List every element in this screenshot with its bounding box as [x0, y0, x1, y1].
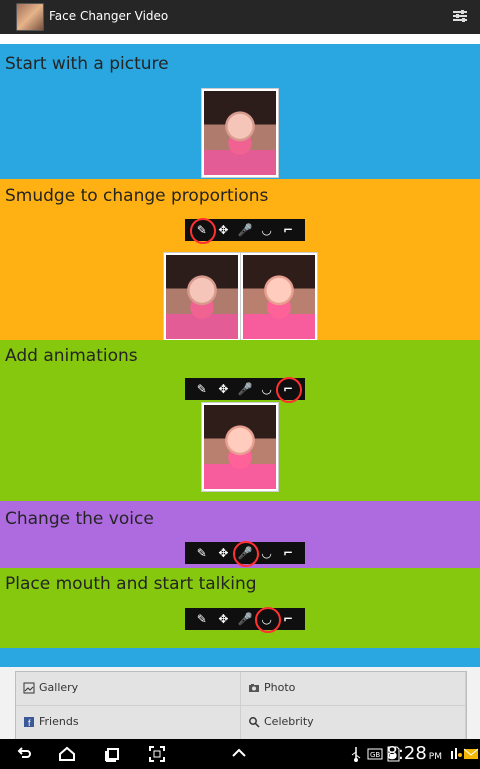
- usb-icon: [351, 747, 361, 762]
- glasses-icon[interactable]: ⌐: [280, 545, 296, 561]
- source-picker-grid: Gallery Photo f Friends Celebrity: [15, 671, 467, 741]
- section-start-picture: Start with a picture: [0, 44, 480, 179]
- android-navigation-status-bar: GB 8:28 PM: [0, 739, 480, 769]
- animation-preview-thumbnail[interactable]: [202, 403, 278, 491]
- section-title: Smudge to change proportions: [5, 186, 269, 206]
- tool-strip-animations: ✎ ✥ 🎤 ◡ ⌐: [185, 377, 305, 403]
- mouth-icon[interactable]: ◡: [259, 381, 275, 397]
- notification-icon: GB: [367, 748, 383, 760]
- smudge-icon[interactable]: ✎: [194, 611, 210, 627]
- tool-strip-smudge: ✎ ✥ 🎤 ◡ ⌐: [185, 218, 305, 244]
- back-icon[interactable]: [15, 745, 33, 763]
- start-picture-thumbnail[interactable]: [202, 89, 278, 177]
- app-title: Face Changer Video: [49, 9, 169, 23]
- friends-option[interactable]: f Friends: [16, 706, 241, 740]
- smudge-icon[interactable]: ✎: [189, 218, 216, 244]
- microphone-icon[interactable]: 🎤: [237, 381, 253, 397]
- microphone-icon[interactable]: 🎤: [237, 222, 253, 238]
- section-title: Place mouth and start talking: [5, 574, 257, 594]
- section-title: Change the voice: [5, 509, 154, 529]
- smudge-icon[interactable]: ✎: [194, 381, 210, 397]
- glasses-icon[interactable]: ⌐: [280, 222, 296, 238]
- screenshot-icon[interactable]: [148, 745, 166, 763]
- smudge-icon[interactable]: ✎: [194, 545, 210, 561]
- mail-icon: [463, 748, 479, 759]
- mouth-icon[interactable]: ◡: [254, 607, 281, 633]
- gallery-icon: [23, 682, 35, 694]
- glasses-icon[interactable]: ⌐: [280, 611, 296, 627]
- section-talking: Place mouth and start talking ✎ ✥ 🎤 ◡ ⌐: [0, 568, 480, 648]
- photo-label: Photo: [264, 681, 296, 694]
- move-icon[interactable]: ✥: [215, 545, 231, 561]
- tool-strip-voice: ✎ ✥ 🎤 ◡ ⌐: [185, 541, 305, 567]
- gallery-option[interactable]: Gallery: [16, 672, 241, 706]
- celebrity-option[interactable]: Celebrity: [241, 706, 466, 740]
- app-icon: [16, 3, 44, 31]
- home-icon[interactable]: [58, 745, 76, 763]
- smudge-before-thumbnail[interactable]: [164, 253, 240, 341]
- microphone-icon[interactable]: 🎤: [237, 611, 253, 627]
- section-smudge: Smudge to change proportions ✎ ✥ 🎤 ◡ ⌐: [0, 179, 480, 341]
- section-animations: Add animations ✎ ✥ 🎤 ◡ ⌐: [0, 340, 480, 501]
- svg-text:GB: GB: [370, 751, 380, 759]
- chevron-up-icon[interactable]: [230, 745, 248, 763]
- gallery-label: Gallery: [39, 681, 79, 694]
- search-icon: [249, 717, 260, 728]
- smudge-after-thumbnail[interactable]: [241, 253, 317, 341]
- microphone-icon[interactable]: 🎤: [232, 541, 259, 567]
- section-title: Start with a picture: [5, 54, 169, 74]
- camera-icon: [249, 684, 259, 692]
- settings-icon[interactable]: [452, 8, 468, 24]
- facebook-icon: f: [24, 717, 34, 728]
- recent-apps-icon[interactable]: [103, 745, 121, 763]
- content-top-divider: [0, 34, 480, 44]
- tool-strip-talking: ✎ ✥ 🎤 ◡ ⌐: [185, 607, 305, 633]
- mouth-icon[interactable]: ◡: [259, 222, 275, 238]
- status-clock: 8:28 PM: [386, 743, 442, 764]
- section-voice: Change the voice ✎ ✥ 🎤 ◡ ⌐: [0, 501, 480, 568]
- glasses-icon[interactable]: ⌐: [276, 377, 303, 403]
- mouth-icon[interactable]: ◡: [259, 545, 275, 561]
- section-title: Add animations: [5, 346, 138, 366]
- top-app-bar: Face Changer Video: [0, 0, 480, 34]
- celebrity-label: Celebrity: [264, 715, 314, 728]
- move-icon[interactable]: ✥: [215, 222, 231, 238]
- move-icon[interactable]: ✥: [215, 381, 231, 397]
- move-icon[interactable]: ✥: [215, 611, 231, 627]
- section-bottom-blue: [0, 648, 480, 667]
- photo-option[interactable]: Photo: [241, 672, 466, 706]
- friends-label: Friends: [39, 715, 79, 728]
